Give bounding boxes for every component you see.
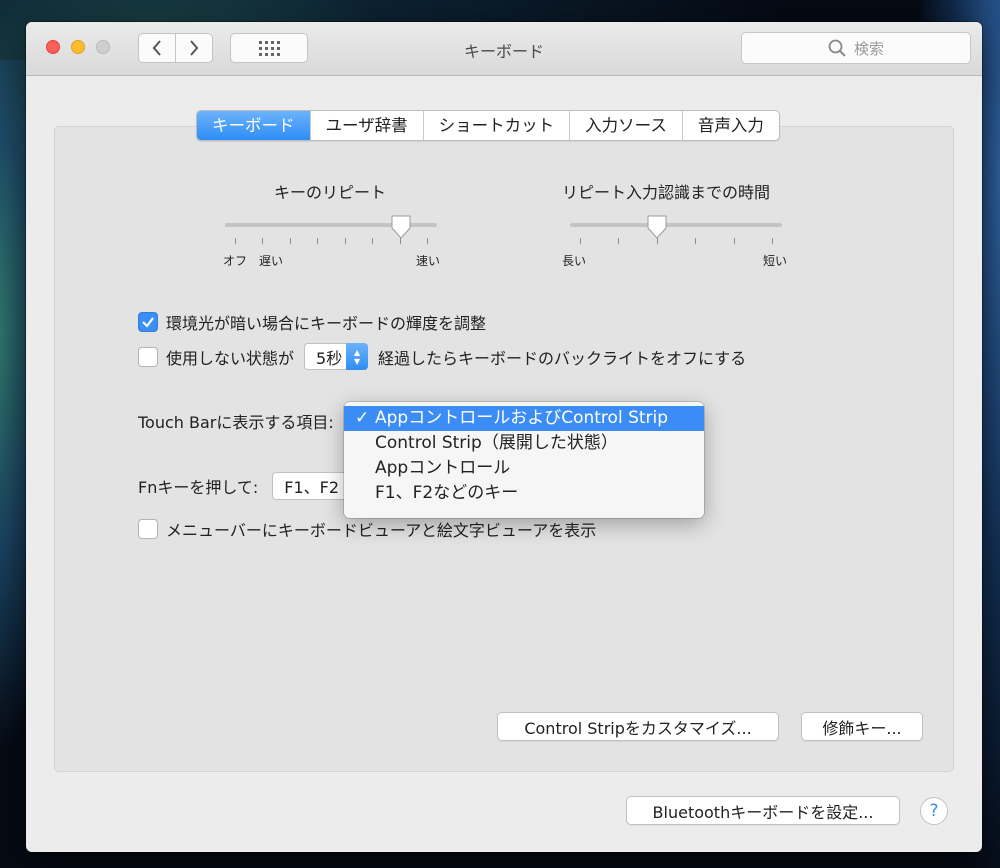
ambient-light-label: 環境光が暗い場合にキーボードの輝度を調整 — [166, 314, 487, 333]
touchbar-dropdown-menu: ✓ AppコントロールおよびControl Strip Control Stri… — [344, 402, 704, 518]
preferences-content: キーボード ユーザ辞書 ショートカット 入力ソース 音声入力 キーのリピート オ… — [26, 77, 982, 852]
menu-item-expanded-control-strip[interactable]: Control Strip（展開した状態） — [344, 431, 704, 456]
backlight-off-checkbox[interactable] — [138, 346, 158, 367]
backlight-label-after: 経過したらキーボードのバックライトをオフにする — [378, 348, 747, 368]
slider-tick — [427, 238, 428, 244]
menu-item-label: AppコントロールおよびControl Strip — [375, 408, 669, 428]
tab-user-dictionary[interactable]: ユーザ辞書 — [311, 111, 424, 140]
touchbar-label: Touch Barに表示する項目: — [138, 413, 334, 432]
slider-tick — [580, 238, 581, 244]
repeat-delay-long-label: 長い — [562, 254, 587, 268]
checkmark-icon: ✓ — [355, 408, 370, 428]
search-field[interactable]: 検索 — [741, 32, 971, 64]
slider-tick — [656, 238, 658, 244]
search-icon — [828, 39, 846, 57]
tab-input-sources[interactable]: 入力ソース — [570, 111, 683, 140]
key-repeat-slow-label: 遅い — [259, 254, 284, 268]
menu-item-label: F1、F2などのキー — [375, 483, 519, 503]
checkmark-icon — [142, 317, 154, 328]
slider-tick — [289, 238, 291, 244]
customize-control-strip-button[interactable]: Control Stripをカスタマイズ... — [497, 712, 779, 741]
menu-item-app-controls[interactable]: Appコントロール — [344, 456, 704, 481]
setup-bluetooth-keyboard-button[interactable]: Bluetoothキーボードを設定... — [626, 796, 900, 825]
fn-label: Fnキーを押して: — [138, 478, 259, 497]
ambient-light-checkbox[interactable] — [138, 312, 158, 332]
viewer-row: メニューバーにキーボードビューアと絵文字ビューアを表示 — [138, 517, 596, 541]
slider-tick — [618, 238, 620, 244]
repeat-delay-title: リピート入力認識までの時間 — [561, 183, 770, 202]
slider-tick — [262, 238, 264, 244]
keyboard-viewer-label: メニューバーにキーボードビューアと絵文字ビューアを表示 — [166, 521, 597, 540]
ambient-light-row: 環境光が暗い場合にキーボードの輝度を調整 — [138, 310, 486, 334]
slider-tick — [695, 238, 697, 244]
key-repeat-title: キーのリピート — [273, 183, 386, 202]
repeat-delay-track[interactable] — [570, 223, 782, 227]
menu-item-label: Control Strip（展開した状態） — [375, 433, 618, 453]
menu-item-app-controls-control-strip[interactable]: ✓ AppコントロールおよびControl Strip — [344, 406, 704, 431]
key-repeat-slider-thumb[interactable] — [390, 214, 412, 240]
popup-arrows-icon: ▲ ▼ — [346, 343, 369, 370]
slider-tick — [399, 238, 401, 244]
preferences-window: キーボード 検索 キーボード ユーザ辞書 ショートカット 入力ソース 音声入力 … — [26, 22, 982, 852]
tab-bar: キーボード ユーザ辞書 ショートカット 入力ソース 音声入力 — [196, 110, 780, 141]
slider-tick — [317, 238, 319, 244]
tab-shortcuts[interactable]: ショートカット — [424, 111, 571, 140]
title-bar: キーボード 検索 — [26, 22, 982, 76]
slider-tick — [372, 238, 374, 244]
repeat-delay-short-label: 短い — [763, 254, 788, 268]
tab-keyboard[interactable]: キーボード — [197, 111, 311, 140]
backlight-duration-value: 5秒 — [316, 348, 343, 368]
key-repeat-fast-label: 速い — [416, 254, 441, 268]
search-placeholder: 検索 — [853, 39, 884, 58]
slider-tick — [344, 238, 346, 244]
tab-dictation[interactable]: 音声入力 — [683, 111, 779, 140]
slider-tick — [772, 238, 773, 244]
touchbar-row: Touch Barに表示する項目: — [138, 409, 334, 433]
repeat-delay-slider-thumb[interactable] — [646, 214, 668, 240]
backlight-row: 使用しない状態が 5秒 ▲ ▼ 経過したらキーボードのバックライトをオフにする — [138, 343, 746, 370]
slider-tick — [733, 238, 735, 244]
help-button[interactable]: ? — [920, 797, 948, 825]
menu-item-f-keys[interactable]: F1、F2などのキー — [344, 481, 704, 506]
backlight-duration-popup[interactable]: 5秒 ▲ ▼ — [304, 343, 369, 370]
menu-item-label: Appコントロール — [375, 458, 511, 478]
modifier-keys-button[interactable]: 修飾キー... — [801, 712, 923, 741]
backlight-label-before: 使用しない状態が — [166, 348, 295, 368]
fn-popup-value: F1、F2 — [284, 478, 340, 497]
slider-tick — [235, 238, 236, 244]
keyboard-viewer-checkbox[interactable] — [138, 519, 158, 539]
key-repeat-off-label: オフ — [223, 254, 248, 268]
